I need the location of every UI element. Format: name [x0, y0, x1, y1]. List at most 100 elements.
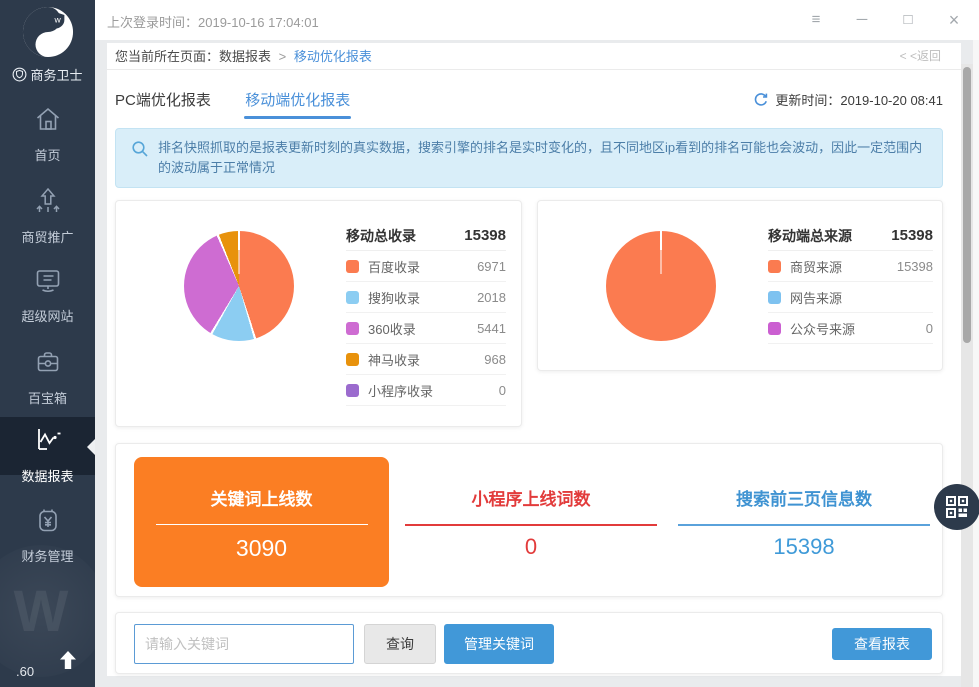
tab-pc-report[interactable]: PC端优化报表: [115, 89, 211, 110]
update-time-text: 更新时间：2019-10-20 08:41: [775, 90, 943, 109]
legend-row: 小程序收录 0: [346, 375, 506, 406]
legend-row: 神马收录 968: [346, 344, 506, 375]
sidebar-item-toolbox[interactable]: 百宝箱: [0, 347, 95, 407]
notice-banner: 排名快照抓取的是报表更新时刻的真实数据，搜索引擎的排名是实时变化的，且不同地区i…: [115, 128, 943, 188]
chart-legend: 移动总收录 15398 百度收录 6971 搜狗收录 2018: [346, 221, 506, 406]
stat-miniprogram-words: 小程序上线词数 0: [391, 457, 671, 587]
legend-value: 6971: [477, 259, 506, 274]
chart-report-icon: [33, 425, 63, 455]
legend-row: 商贸来源 15398: [768, 251, 933, 282]
stat-divider: [405, 524, 657, 526]
legend-title-value: 15398: [464, 227, 506, 244]
stat-value: 3090: [134, 535, 389, 562]
maximize-icon[interactable]: □: [897, 0, 919, 40]
legend-row: 360收录 5441: [346, 313, 506, 344]
content-area: 您当前所在页面：数据报表 > 移动优化报表 < <返回 PC端优化报表 移动端优…: [95, 40, 979, 687]
tab-mobile-report[interactable]: 移动端优化报表: [245, 89, 350, 110]
menu-icon[interactable]: ≡: [805, 0, 827, 40]
stat-top3-pages-info: 搜索前三页信息数 15398: [664, 457, 944, 587]
legend-label: 小程序收录: [368, 381, 433, 400]
stat-label: 搜索前三页信息数: [664, 485, 944, 510]
legend-label: 神马收录: [368, 350, 420, 369]
chart-card-mobile-index: 移动总收录 15398 百度收录 6971 搜狗收录 2018: [115, 200, 522, 427]
sidebar-item-label: 数据报表: [0, 466, 95, 485]
legend-title-label: 移动总收录: [346, 226, 416, 246]
brand-name: 商务卫士: [30, 65, 82, 84]
stat-divider: [678, 524, 930, 526]
back-link[interactable]: < <返回: [900, 43, 941, 70]
legend-value: 0: [499, 383, 506, 398]
stat-label: 关键词上线数: [134, 485, 389, 510]
pie-chart-mobile-index: [184, 231, 294, 341]
monitor-icon: [33, 265, 63, 295]
legend-label: 公众号来源: [790, 319, 855, 338]
legend-value: 5441: [477, 321, 506, 336]
promotion-arrows-icon: [33, 186, 63, 216]
keyword-input[interactable]: [134, 624, 354, 664]
legend-value: 968: [484, 352, 506, 367]
chart-legend: 移动端总来源 15398 商贸来源 15398 网告来源: [768, 221, 933, 344]
legend-label: 搜狗收录: [368, 288, 420, 307]
brand-badge-icon: [12, 67, 27, 82]
notice-text: 排名快照抓取的是报表更新时刻的真实数据，搜索引擎的排名是实时变化的，且不同地区i…: [158, 140, 922, 175]
stat-label: 小程序上线词数: [391, 485, 671, 510]
breadcrumb-separator: >: [279, 49, 287, 64]
active-item-notch: [87, 439, 95, 455]
legend-value: 15398: [897, 259, 933, 274]
app-logo: w 商务卫士: [0, 6, 95, 84]
sidebar-watermark: W: [0, 545, 95, 677]
toolbox-icon: [33, 347, 63, 377]
qr-code-icon: [946, 496, 968, 518]
legend-label: 网告来源: [790, 288, 842, 307]
logo-swirl-icon: w: [22, 6, 74, 58]
legend-title-value: 15398: [891, 227, 933, 244]
legend-swatch: [346, 260, 359, 273]
legend-label: 百度收录: [368, 257, 420, 276]
query-button[interactable]: 查询: [364, 624, 436, 664]
update-time: 更新时间：2019-10-20 08:41: [753, 90, 943, 109]
minimize-icon[interactable]: ─: [851, 0, 873, 40]
stat-value: 0: [391, 534, 671, 560]
sidebar-item-reports[interactable]: 数据报表: [0, 417, 95, 475]
sidebar-item-promotion[interactable]: 商贸推广: [0, 186, 95, 246]
right-gutter: [973, 40, 979, 687]
legend-row: 百度收录 6971: [346, 251, 506, 282]
legend-title-label: 移动端总来源: [768, 226, 852, 246]
sidebar-item-home[interactable]: 首页: [0, 104, 95, 164]
sidebar-item-label: 百宝箱: [0, 388, 95, 407]
chart-card-mobile-sources: 移动端总来源 15398 商贸来源 15398 网告来源: [537, 200, 943, 371]
qr-code-button[interactable]: [934, 484, 979, 530]
back-to-top-icon[interactable]: [58, 650, 78, 675]
refresh-icon[interactable]: [753, 92, 769, 108]
stat-value: 15398: [664, 534, 944, 560]
view-report-button[interactable]: 查看报表: [832, 628, 932, 660]
last-login-time: 上次登录时间：2019-10-16 17:04:01: [107, 12, 319, 31]
legend-swatch: [346, 291, 359, 304]
svg-text:w: w: [53, 14, 61, 24]
breadcrumb-current[interactable]: 移动优化报表: [294, 49, 372, 64]
main-panel: 您当前所在页面：数据报表 > 移动优化报表 < <返回 PC端优化报表 移动端优…: [107, 43, 961, 676]
legend-row: 公众号来源 0: [768, 313, 933, 344]
legend-swatch: [768, 291, 781, 304]
window-controls: ≡ ─ □ ×: [805, 0, 965, 40]
legend-swatch: [346, 384, 359, 397]
legend-swatch: [346, 322, 359, 335]
legend-label: 360收录: [368, 319, 416, 338]
scrollbar-thumb[interactable]: [963, 67, 971, 343]
sidebar: w 商务卫士 首页: [0, 0, 95, 687]
legend-swatch: [768, 322, 781, 335]
version-fragment: .60: [16, 664, 34, 679]
manage-keywords-button[interactable]: 管理关键词: [444, 624, 554, 664]
keyword-search-card: 查询 管理关键词 查看报表: [115, 612, 943, 674]
pie-chart-mobile-sources: [606, 231, 716, 341]
sidebar-item-label: 商贸推广: [0, 227, 95, 246]
close-icon[interactable]: ×: [943, 0, 965, 40]
legend-value: 0: [926, 321, 933, 336]
legend-row: 网告来源: [768, 282, 933, 313]
stat-divider: [156, 524, 368, 525]
legend-swatch: [768, 260, 781, 273]
stat-keywords-online: 关键词上线数 3090: [134, 457, 389, 587]
titlebar: 上次登录时间：2019-10-16 17:04:01 ≡ ─ □ ×: [95, 0, 979, 40]
sidebar-item-website[interactable]: 超级网站: [0, 265, 95, 325]
legend-row: 搜狗收录 2018: [346, 282, 506, 313]
